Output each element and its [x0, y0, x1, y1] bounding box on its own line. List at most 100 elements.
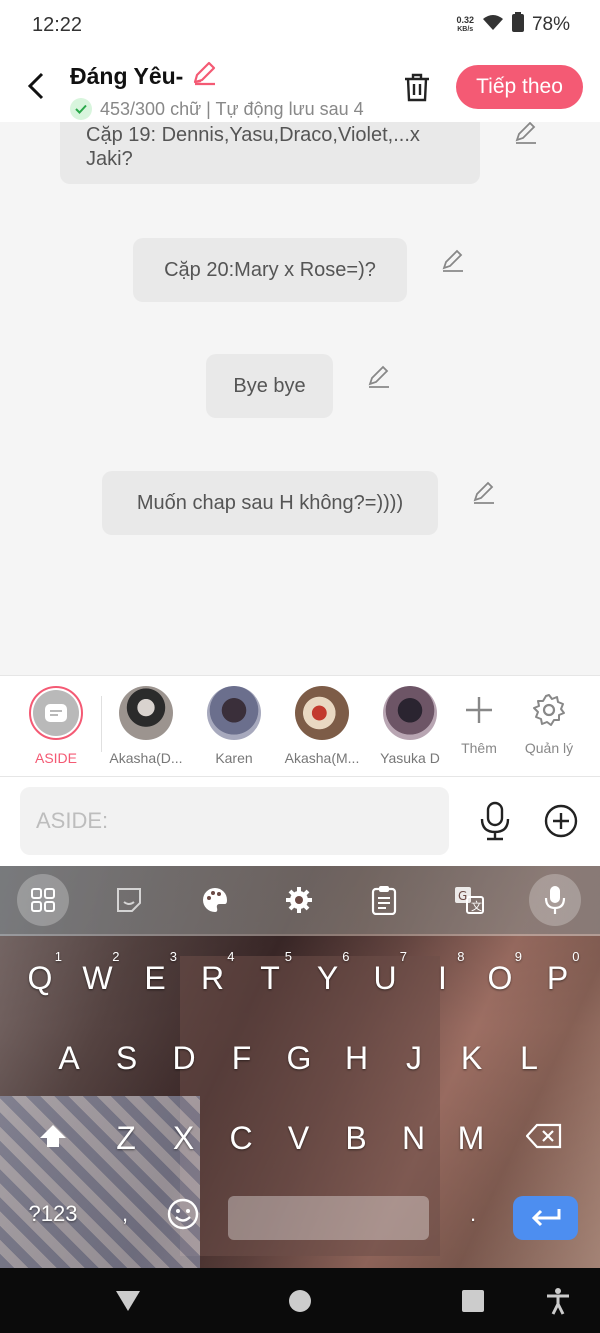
key-h[interactable]: H [329, 1028, 385, 1088]
character-name: Yasuka D [380, 750, 440, 766]
key-a[interactable]: A [41, 1028, 97, 1088]
enter-key[interactable] [513, 1196, 578, 1240]
comma-key[interactable]: , [97, 1184, 153, 1244]
key-hint: 0 [572, 949, 580, 964]
key-label: Y [316, 960, 339, 996]
character-item[interactable]: Akasha(M... [281, 686, 363, 766]
network-speed: 0.32 KB/s [456, 16, 474, 34]
key-g[interactable]: G [271, 1028, 327, 1088]
key-v[interactable]: V [271, 1108, 327, 1168]
palette-icon [203, 888, 227, 912]
key-label: A [58, 1040, 80, 1076]
key-label: C [229, 1120, 253, 1156]
system-navigation-bar [0, 1268, 600, 1333]
key-hint: 4 [227, 949, 235, 964]
message-input[interactable] [20, 787, 449, 855]
message-bubble[interactable]: Bye bye [206, 354, 333, 418]
key-d[interactable]: D [156, 1028, 212, 1088]
key-f[interactable]: F [214, 1028, 270, 1088]
key-t[interactable]: T5 [242, 948, 298, 1008]
nav-back-button[interactable] [111, 1284, 145, 1318]
character-item[interactable]: Karen [193, 686, 275, 766]
key-u[interactable]: U7 [357, 948, 413, 1008]
key-r[interactable]: R4 [185, 948, 241, 1008]
key-label: I [438, 960, 447, 996]
shift-key[interactable] [25, 1106, 81, 1166]
edit-title-icon[interactable] [191, 60, 217, 92]
battery-icon [511, 12, 524, 38]
keyboard-toolbar: G文 [0, 866, 600, 934]
edit-message-icon[interactable] [366, 364, 392, 390]
key-l[interactable]: L [501, 1028, 557, 1088]
add-character-button[interactable]: Thêm [444, 690, 514, 756]
key-z[interactable]: Z [98, 1108, 154, 1168]
symbols-key[interactable]: ?123 [25, 1184, 81, 1244]
key-label: O [487, 960, 513, 996]
key-k[interactable]: K [444, 1028, 500, 1088]
message-bubble[interactable]: Muốn chap sau H không?=)))) [102, 471, 438, 535]
nav-recents-button[interactable] [456, 1284, 490, 1318]
avatar [383, 686, 437, 740]
key-b[interactable]: B [328, 1108, 384, 1168]
edit-message-icon[interactable] [471, 480, 497, 506]
message-text: Bye bye [233, 374, 306, 397]
clipboard-button[interactable] [358, 874, 410, 926]
character-item[interactable]: Akasha(D... [105, 686, 187, 766]
avatar [207, 686, 261, 740]
story-messages[interactable]: Cặp 19: Dennis,Yasu,Draco,Violet,...x Ja… [0, 122, 600, 675]
key-x[interactable]: X [156, 1108, 212, 1168]
character-aside[interactable]: ASIDE [15, 686, 97, 766]
manage-characters-button[interactable]: Quản lý [514, 690, 584, 756]
key-label: X [172, 1120, 195, 1156]
backspace-key[interactable] [516, 1106, 572, 1166]
period-key[interactable]: . [445, 1184, 501, 1244]
trash-icon [405, 73, 429, 102]
keyboard-settings-button[interactable] [273, 874, 325, 926]
delete-button[interactable] [398, 68, 436, 106]
sticker-button[interactable] [103, 874, 155, 926]
key-q[interactable]: Q1 [12, 948, 68, 1008]
key-n[interactable]: N [386, 1108, 442, 1168]
next-button[interactable]: Tiếp theo [456, 65, 583, 109]
translate-button[interactable]: G文 [443, 874, 495, 926]
key-p[interactable]: P0 [530, 948, 586, 1008]
soft-keyboard: G文 ?123 , . Q1W2E3R4T5Y6U7I8O9P0ASDFGHJK… [0, 866, 600, 1268]
key-w[interactable]: W2 [70, 948, 126, 1008]
key-label: Z [116, 1120, 136, 1156]
edit-message-icon[interactable] [513, 122, 539, 146]
key-m[interactable]: M [443, 1108, 499, 1168]
key-o[interactable]: O9 [472, 948, 528, 1008]
keyboard-voice-button[interactable] [529, 874, 581, 926]
key-label: D [172, 1040, 196, 1076]
network-speed-value: 0.32 [456, 15, 474, 25]
character-name: Karen [215, 750, 253, 766]
key-j[interactable]: J [386, 1028, 442, 1088]
message-text: Cặp 20:Mary x Rose=)? [164, 258, 376, 281]
grid-icon [31, 888, 55, 912]
key-e[interactable]: E3 [127, 948, 183, 1008]
key-s[interactable]: S [99, 1028, 155, 1088]
status-time: 12:22 [32, 14, 83, 36]
key-hint: 8 [457, 949, 465, 964]
key-y[interactable]: Y6 [300, 948, 356, 1008]
theme-button[interactable] [189, 874, 241, 926]
message-text: Cặp 19: Dennis,Yasu,Draco,Violet,...x Ja… [86, 124, 420, 170]
voice-input-button[interactable] [477, 801, 513, 841]
space-key[interactable] [228, 1196, 429, 1240]
key-label: F [231, 1040, 252, 1076]
microphone-icon [480, 801, 510, 841]
attach-button[interactable] [543, 803, 579, 839]
back-button[interactable] [18, 66, 54, 106]
apps-grid-button[interactable] [17, 874, 69, 926]
plus-circle-icon [544, 804, 578, 838]
character-item[interactable]: Yasuka D [369, 686, 451, 766]
edit-message-icon[interactable] [440, 248, 466, 274]
message-bubble[interactable]: Cặp 19: Dennis,Yasu,Draco,Violet,...x Ja… [60, 122, 480, 184]
message-bubble[interactable]: Cặp 20:Mary x Rose=)? [133, 238, 407, 302]
key-label: N [401, 1120, 426, 1156]
key-c[interactable]: C [213, 1108, 269, 1168]
accessibility-button[interactable] [541, 1284, 575, 1318]
key-i[interactable]: I8 [415, 948, 471, 1008]
emoji-key[interactable] [155, 1184, 211, 1244]
nav-home-button[interactable] [283, 1284, 317, 1318]
